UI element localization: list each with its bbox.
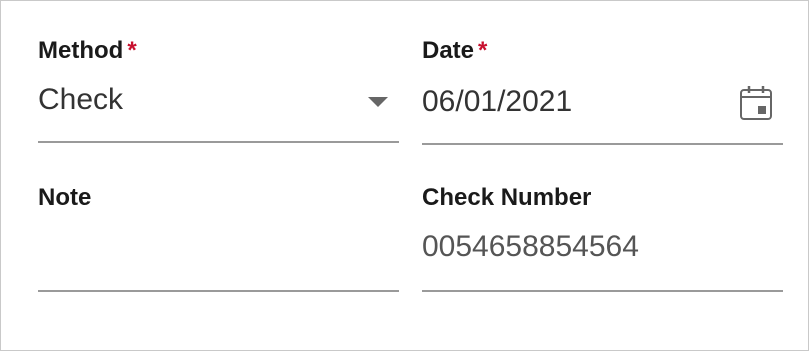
date-input-value: 06/01/2021 xyxy=(422,85,573,118)
method-select-value: Check xyxy=(38,83,124,116)
method-label-text: Method xyxy=(38,37,124,64)
date-field: Date * 06/01/2021 xyxy=(422,37,783,146)
note-label: Note xyxy=(38,184,92,211)
payment-form: Method * Check Date * 06/01/2021 Note Ch… xyxy=(0,0,809,351)
date-underline xyxy=(422,143,783,145)
required-asterisk: * xyxy=(478,37,488,64)
note-input[interactable] xyxy=(38,228,399,278)
method-underline xyxy=(38,141,399,143)
note-field: Note xyxy=(38,184,399,294)
calendar-icon[interactable] xyxy=(739,85,773,121)
chevron-down-icon xyxy=(368,97,388,107)
note-underline xyxy=(38,290,399,292)
check-number-input[interactable]: 0054658854564 xyxy=(422,228,783,278)
check-number-underline xyxy=(422,290,783,292)
method-select[interactable]: Check xyxy=(38,81,399,121)
required-asterisk: * xyxy=(127,37,137,64)
method-label: Method * xyxy=(38,37,399,65)
check-number-field: Check Number 0054658854564 xyxy=(422,184,783,294)
check-number-input-value: 0054658854564 xyxy=(422,230,639,263)
date-label-text: Date xyxy=(422,37,475,64)
method-field: Method * Check xyxy=(38,37,399,144)
date-label: Date * xyxy=(422,37,783,65)
check-number-label: Check Number xyxy=(422,184,592,211)
date-input[interactable]: 06/01/2021 xyxy=(422,83,783,123)
